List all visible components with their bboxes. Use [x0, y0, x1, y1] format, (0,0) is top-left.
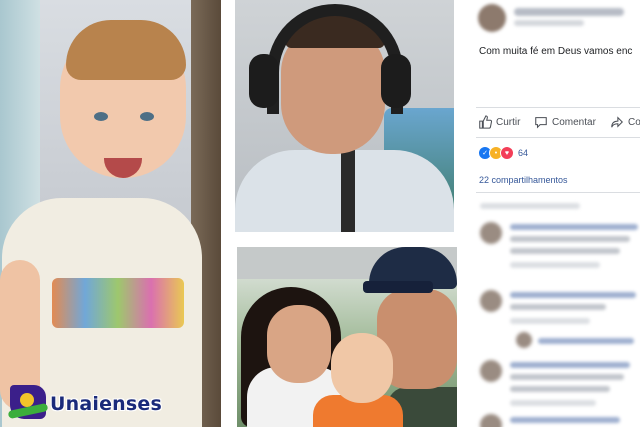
photo-family: [237, 247, 457, 427]
divider: [476, 192, 640, 193]
post-meta-blurred: [514, 20, 584, 26]
comment-avatar[interactable]: [480, 414, 502, 427]
like-button[interactable]: Curtir: [478, 112, 520, 132]
comment-text-blurred: [510, 304, 606, 310]
shirt-print: [52, 278, 184, 328]
reply-author-blurred[interactable]: [538, 338, 634, 344]
comment-button[interactable]: Comentar: [534, 112, 596, 132]
like-label: Curtir: [496, 116, 521, 128]
kid-face: [331, 333, 393, 403]
comment-text-blurred: [510, 386, 610, 392]
post-author-name-blurred[interactable]: [514, 8, 624, 16]
logo-badge-icon: [7, 385, 49, 420]
headset-cup-right: [381, 54, 411, 108]
comment-actions-blurred[interactable]: [510, 262, 600, 268]
photo-child: [0, 0, 221, 427]
facebook-post-panel: Com muita fé em Deus vamos enc Curtir Co…: [458, 0, 640, 427]
cap-bill: [363, 281, 433, 293]
love-icon: ♥: [500, 146, 514, 160]
view-more-comments-blurred[interactable]: [480, 203, 580, 209]
comment-icon: [535, 117, 547, 129]
share-label: Co: [628, 116, 640, 128]
share-icon: [611, 116, 623, 128]
pilot-strap: [341, 150, 355, 232]
reply-avatar[interactable]: [516, 332, 532, 348]
watermark-label: Unaienses: [50, 393, 163, 415]
shares-count-link[interactable]: 22 compartilhamentos: [479, 175, 568, 185]
child-eye-right: [140, 112, 154, 121]
comment-actions-blurred[interactable]: [510, 318, 590, 324]
child-hair: [66, 20, 186, 80]
post-author-avatar[interactable]: [478, 4, 506, 32]
comment-author-blurred[interactable]: [510, 292, 636, 298]
comment-actions-blurred[interactable]: [510, 400, 596, 406]
comment-text-blurred: [510, 248, 620, 254]
woman-face: [267, 305, 331, 383]
comment-author-blurred[interactable]: [510, 224, 638, 230]
comment-avatar[interactable]: [480, 360, 502, 382]
comment-avatar[interactable]: [480, 290, 502, 312]
child-eye-left: [94, 112, 108, 121]
reaction-count: 64: [518, 148, 529, 158]
comment-author-blurred[interactable]: [510, 417, 620, 423]
reaction-summary[interactable]: ✓ • ♥ 64: [478, 145, 528, 161]
post-action-bar: Curtir Comentar Co: [476, 112, 640, 132]
share-button[interactable]: Co: [610, 112, 640, 132]
comment-text-blurred: [510, 374, 624, 380]
divider: [476, 137, 640, 138]
divider: [476, 107, 640, 108]
headset-cup-left: [249, 54, 279, 108]
watermark-logo: Unaienses: [7, 383, 163, 423]
thumbs-up-icon: [479, 115, 492, 129]
comment-author-blurred[interactable]: [510, 362, 630, 368]
post-text: Com muita fé em Deus vamos enc: [479, 46, 633, 57]
photo-pilot: [235, 0, 454, 232]
comment-avatar[interactable]: [480, 222, 502, 244]
comment-text-blurred: [510, 236, 630, 242]
comment-label: Comentar: [552, 116, 596, 128]
